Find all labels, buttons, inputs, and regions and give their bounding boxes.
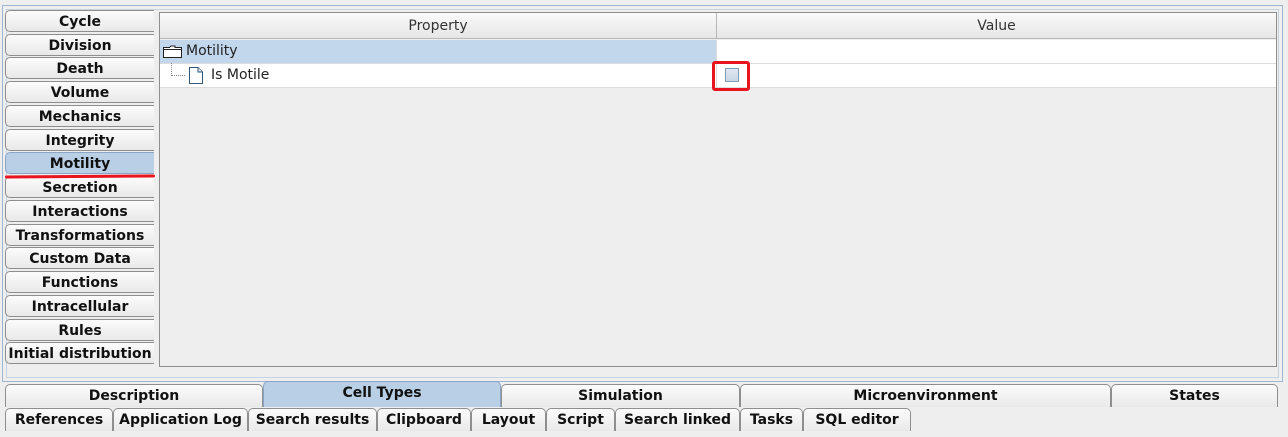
- side-tab-division[interactable]: Division: [5, 34, 154, 56]
- side-tab-intracellular[interactable]: Intracellular: [5, 295, 154, 317]
- folder-icon: [163, 45, 182, 58]
- side-tab-volume[interactable]: Volume: [5, 81, 154, 103]
- tab-search-linked[interactable]: Search linked: [615, 408, 740, 431]
- side-tab-rules[interactable]: Rules: [5, 319, 154, 341]
- side-tab-motility[interactable]: Motility: [5, 152, 154, 174]
- tab-simulation[interactable]: Simulation: [501, 384, 740, 407]
- side-tab-transformations[interactable]: Transformations: [5, 224, 154, 246]
- property-table: Property Value Motility Is Motile: [159, 12, 1277, 367]
- file-icon: [189, 67, 203, 84]
- side-tab-functions[interactable]: Functions: [5, 271, 154, 293]
- side-tab-cycle[interactable]: Cycle: [5, 10, 154, 32]
- tab-clipboard[interactable]: Clipboard: [377, 408, 471, 431]
- tab-script[interactable]: Script: [546, 408, 615, 431]
- side-tab-death[interactable]: Death: [5, 57, 154, 79]
- tab-tasks[interactable]: Tasks: [740, 408, 803, 431]
- side-tab-custom-data[interactable]: Custom Data: [5, 247, 154, 269]
- column-header-property[interactable]: Property: [160, 13, 717, 39]
- tab-cell-types[interactable]: Cell Types: [263, 381, 501, 407]
- tab-microenvironment[interactable]: Microenvironment: [740, 384, 1111, 407]
- property-cell[interactable]: Motility: [160, 40, 717, 63]
- column-header-value[interactable]: Value: [717, 13, 1276, 39]
- tab-states[interactable]: States: [1111, 384, 1278, 407]
- tab-sql-editor[interactable]: SQL editor: [803, 408, 911, 431]
- node-label-is-motile: Is Motile: [211, 67, 270, 83]
- side-tab-initial-distribution[interactable]: Initial distribution: [5, 342, 154, 364]
- tree-connector: [171, 63, 185, 76]
- tab-description[interactable]: Description: [5, 384, 263, 407]
- annotation-highlight-box: [712, 61, 750, 91]
- side-tab-mechanics[interactable]: Mechanics: [5, 105, 154, 127]
- node-label-motility: Motility: [186, 43, 238, 59]
- tab-application-log[interactable]: Application Log: [113, 408, 248, 431]
- tab-references[interactable]: References: [5, 408, 113, 431]
- side-tab-integrity[interactable]: Integrity: [5, 129, 154, 151]
- side-tab-interactions[interactable]: Interactions: [5, 200, 154, 222]
- table-row-is-motile[interactable]: Is Motile: [160, 61, 1276, 91]
- side-tab-secretion[interactable]: Secretion: [5, 176, 154, 198]
- tab-layout[interactable]: Layout: [471, 408, 546, 431]
- property-cell[interactable]: Is Motile: [160, 63, 717, 87]
- tab-search-results[interactable]: Search results: [248, 408, 377, 431]
